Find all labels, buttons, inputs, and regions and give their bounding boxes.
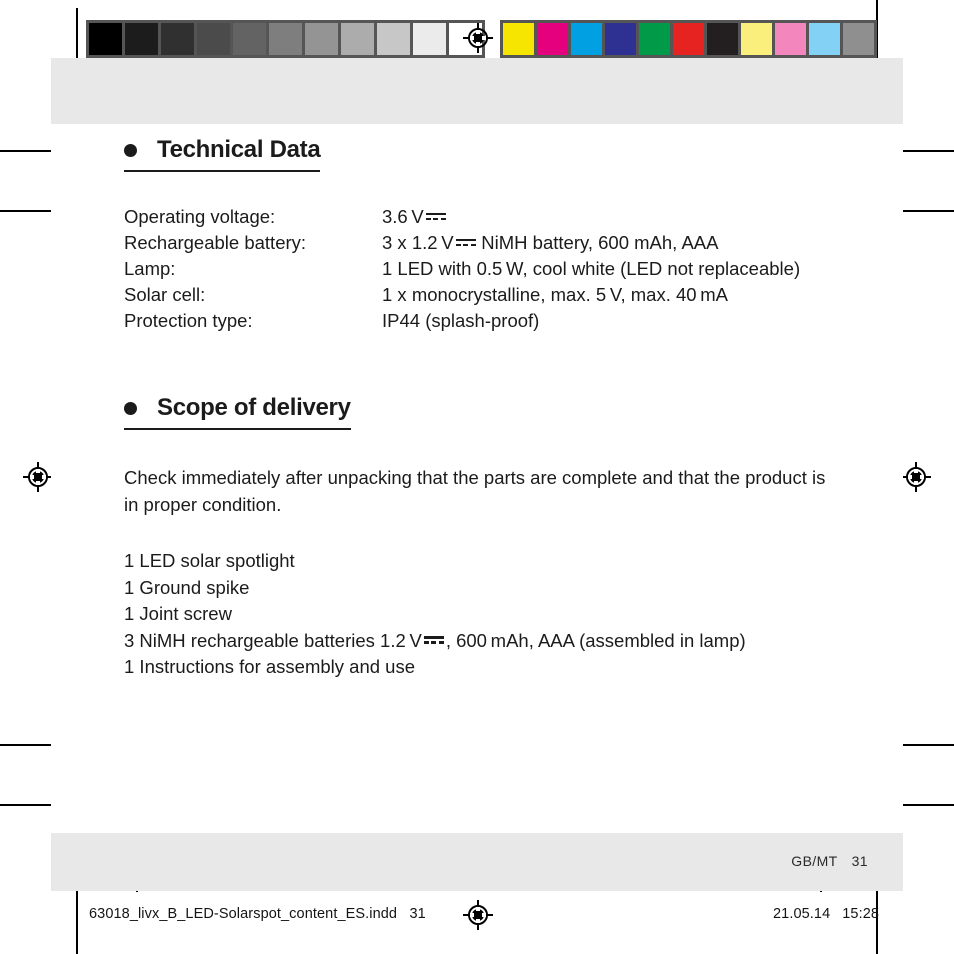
spec-value: 3 x 1.2 V NiMH battery, 600 mAh, AAA bbox=[382, 230, 800, 256]
crop-mark-left-top-outer bbox=[0, 150, 56, 152]
gray-patch-8 bbox=[377, 23, 410, 55]
spec-value: 3.6 V bbox=[382, 204, 800, 230]
spec-value-post: NiMH battery, 600 mAh, AAA bbox=[477, 232, 719, 253]
gray-patch-1 bbox=[125, 23, 158, 55]
slug-timestamp: 21.05.14 15:28 bbox=[773, 906, 879, 922]
slug-filename: 63018_livx_B_LED-Solarspot_content_ES.in… bbox=[89, 906, 426, 922]
page-content: Technical Data Operating voltage: 3.6 V … bbox=[124, 136, 834, 681]
dc-voltage-icon bbox=[425, 210, 446, 224]
list-item: 1 LED solar spotlight bbox=[124, 548, 834, 575]
spec-label: Protection type: bbox=[124, 310, 253, 331]
table-row: Solar cell: 1 x monocrystalline, max. 5 … bbox=[124, 282, 800, 308]
table-row: Rechargeable battery: 3 x 1.2 V NiMH bat… bbox=[124, 230, 800, 256]
list-item-text: 1 Instructions for assembly and use bbox=[124, 656, 416, 677]
slug-date: 21.05.14 bbox=[773, 906, 831, 922]
spec-label: Rechargeable battery: bbox=[124, 232, 307, 253]
list-item: 1 Joint screw bbox=[124, 601, 834, 628]
spec-value-pre: 3.6 V bbox=[382, 206, 424, 227]
process-color-control-bar bbox=[500, 20, 877, 58]
gray-patch-9 bbox=[413, 23, 446, 55]
crop-mark-bottom-left-outer bbox=[76, 890, 78, 954]
list-item-text: 1 LED solar spotlight bbox=[124, 550, 295, 571]
ink-patch-4 bbox=[639, 23, 670, 55]
spec-value: IP44 (splash-proof) bbox=[382, 310, 540, 331]
table-row: Operating voltage: 3.6 V bbox=[124, 204, 800, 230]
heading-scope-of-delivery: Scope of delivery bbox=[124, 394, 351, 430]
spec-value-pre: 3 x 1.2 V bbox=[382, 232, 454, 253]
list-item-text-post: , 600 mAh, AAA (assembled in lamp) bbox=[445, 629, 746, 651]
page-number: 31 bbox=[851, 853, 868, 869]
heading-scope-of-delivery-label: Scope of delivery bbox=[157, 394, 351, 421]
table-row: Lamp: 1 LED with 0.5 W, cool white (LED … bbox=[124, 256, 800, 282]
running-footer: GB/MT 31 bbox=[791, 853, 868, 869]
ink-patch-3 bbox=[605, 23, 636, 55]
list-item: 3 NiMH rechargeable batteries 1.2 V , 600… bbox=[124, 628, 834, 655]
gray-patch-6 bbox=[305, 23, 338, 55]
registration-mark-bottom bbox=[463, 900, 493, 930]
heading-technical-data-label: Technical Data bbox=[157, 136, 321, 163]
spec-value: 1 LED with 0.5 W, cool white (LED not re… bbox=[382, 258, 801, 279]
slug-filename-text: 63018_livx_B_LED-Solarspot_content_ES.in… bbox=[89, 906, 398, 922]
ink-patch-2 bbox=[571, 23, 602, 55]
registration-mark-top bbox=[463, 23, 493, 53]
footer-locale: GB/MT bbox=[791, 853, 838, 869]
page-header-band bbox=[51, 58, 903, 124]
crop-mark-left-bottom-inner bbox=[0, 804, 56, 806]
delivery-contents-list: 1 LED solar spotlight 1 Ground spike 1 J… bbox=[124, 548, 834, 681]
crop-mark-right-top-outer bbox=[897, 150, 954, 152]
gray-patch-3 bbox=[197, 23, 230, 55]
crop-mark-bottom-right-outer bbox=[876, 890, 878, 954]
spec-value: 1 x monocrystalline, max. 5 V, max. 40 m… bbox=[382, 284, 729, 305]
dc-voltage-icon bbox=[423, 633, 444, 647]
list-item-text: 3 NiMH rechargeable batteries 1.2 V bbox=[124, 629, 422, 651]
spec-label: Solar cell: bbox=[124, 284, 206, 305]
list-item-text: 1 Ground spike bbox=[124, 576, 250, 598]
table-row: Protection type: IP44 (splash-proof) bbox=[124, 308, 800, 334]
ink-patch-9 bbox=[809, 23, 840, 55]
gray-patch-2 bbox=[161, 23, 194, 55]
ink-patch-6 bbox=[707, 23, 738, 55]
manual-page: Technical Data Operating voltage: 3.6 V … bbox=[51, 58, 903, 891]
ink-patch-5 bbox=[673, 23, 704, 55]
list-item-text: 1 Joint screw bbox=[124, 603, 232, 624]
bullet-icon bbox=[124, 143, 137, 157]
list-item: 1 Instructions for assembly and use bbox=[124, 654, 834, 681]
spec-label: Operating voltage: bbox=[124, 206, 276, 227]
section-technical-data: Technical Data Operating voltage: 3.6 V … bbox=[124, 136, 834, 334]
section-scope-of-delivery: Scope of delivery Check immediately afte… bbox=[124, 394, 834, 681]
ink-patch-0 bbox=[503, 23, 534, 55]
bullet-icon bbox=[124, 401, 137, 415]
registration-mark-left bbox=[23, 462, 53, 492]
gray-patch-5 bbox=[269, 23, 302, 55]
spec-label: Lamp: bbox=[124, 258, 176, 279]
crop-mark-right-bottom-inner bbox=[897, 804, 954, 806]
grayscale-step-wedge bbox=[86, 20, 485, 58]
ink-patch-10 bbox=[843, 23, 874, 55]
scope-intro-paragraph: Check immediately after unpacking that t… bbox=[124, 467, 826, 515]
heading-technical-data: Technical Data bbox=[124, 136, 321, 172]
gray-patch-4 bbox=[233, 23, 266, 55]
technical-data-table: Operating voltage: 3.6 V Rechargeable ba… bbox=[124, 204, 800, 334]
slug-page-number: 31 bbox=[409, 906, 426, 922]
slug-time: 15:28 bbox=[842, 906, 880, 922]
page-footer-band bbox=[51, 833, 903, 891]
ink-patch-1 bbox=[537, 23, 568, 55]
dc-voltage-icon bbox=[455, 236, 476, 250]
gray-patch-0 bbox=[89, 23, 122, 55]
gray-patch-7 bbox=[341, 23, 374, 55]
registration-mark-right bbox=[901, 462, 931, 492]
ink-patch-8 bbox=[775, 23, 806, 55]
ink-patch-7 bbox=[741, 23, 772, 55]
list-item: 1 Ground spike bbox=[124, 575, 834, 602]
